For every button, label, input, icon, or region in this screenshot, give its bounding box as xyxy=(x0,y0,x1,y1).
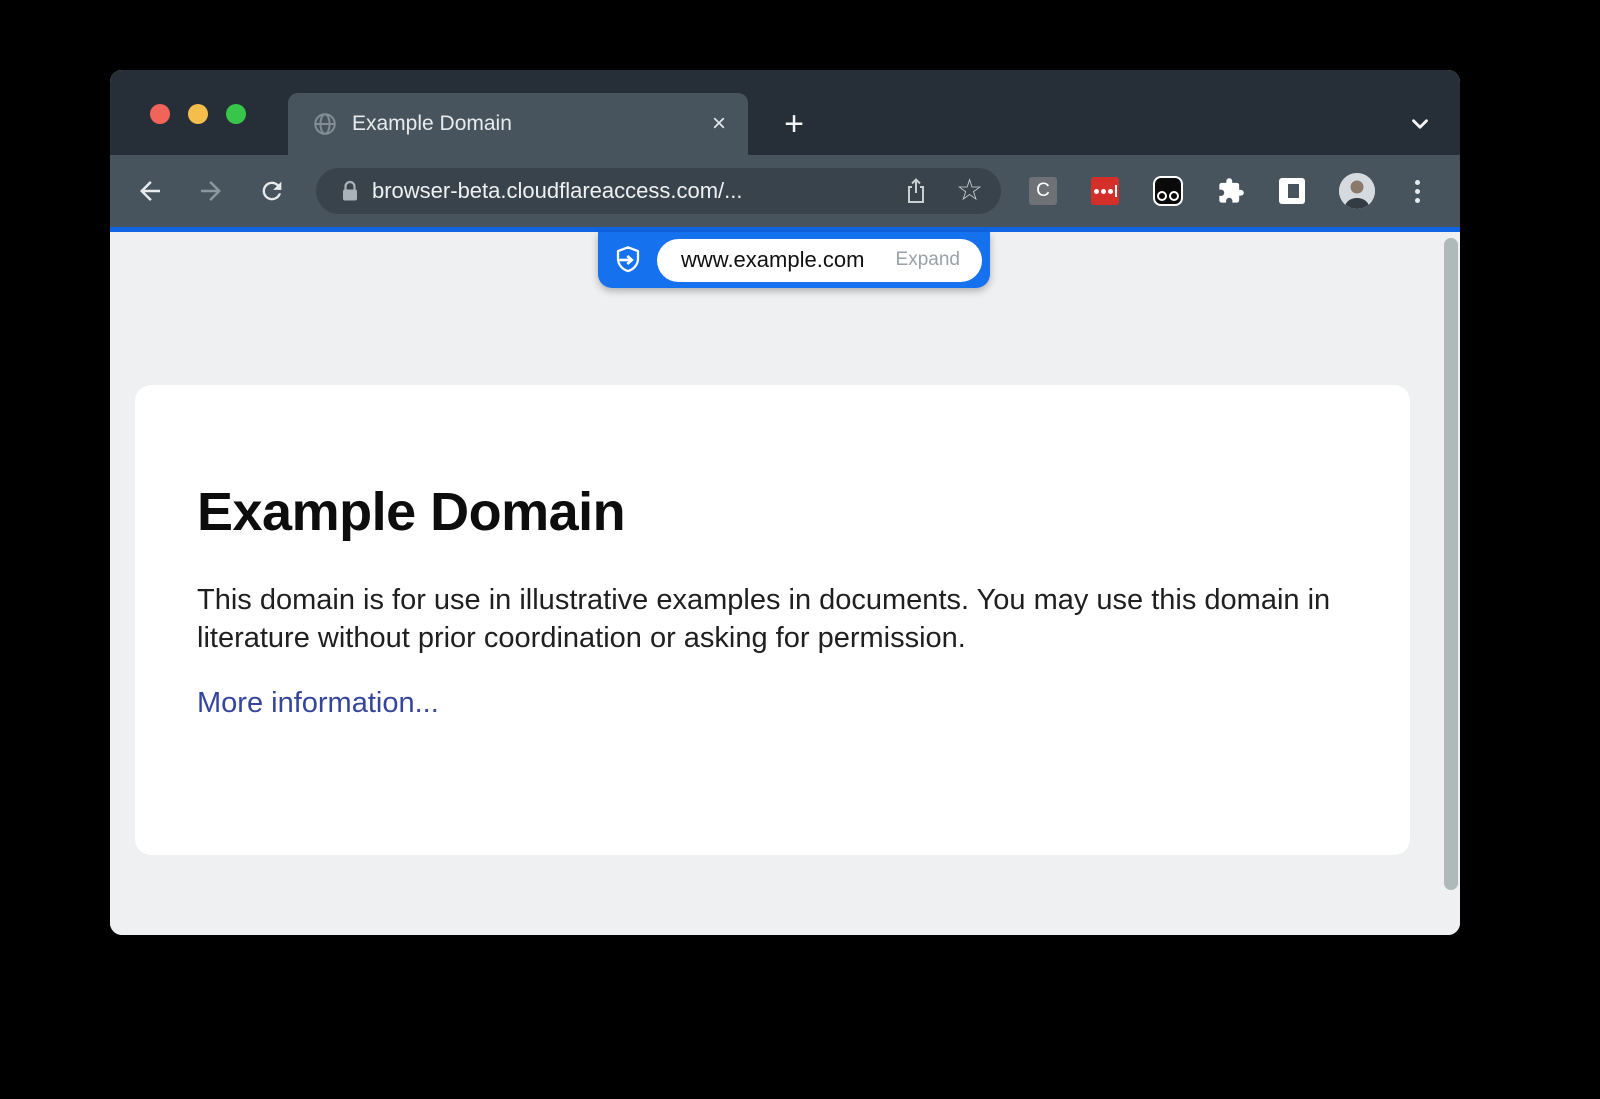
window-controls xyxy=(150,104,246,124)
goggles-extension-icon[interactable] xyxy=(1153,176,1183,206)
more-information-link[interactable]: More information... xyxy=(197,687,439,720)
browser-toolbar: browser-beta.cloudflareaccess.com/... ☆ … xyxy=(110,155,1460,227)
isolation-domain-field[interactable]: www.example.com Expand xyxy=(657,239,982,282)
scrollbar-thumb[interactable] xyxy=(1444,238,1458,890)
close-window-button[interactable] xyxy=(150,104,170,124)
forward-button[interactable] xyxy=(189,169,233,213)
url-text[interactable]: browser-beta.cloudflareaccess.com/... xyxy=(372,178,904,204)
globe-favicon-icon xyxy=(312,111,338,137)
tab-strip: Example Domain × + xyxy=(110,70,1460,155)
lastpass-extension-icon[interactable] xyxy=(1091,177,1119,205)
tab-close-icon[interactable]: × xyxy=(712,112,726,136)
lock-icon xyxy=(340,179,360,203)
vertical-scrollbar[interactable] xyxy=(1443,232,1459,935)
zoom-window-button[interactable] xyxy=(226,104,246,124)
browser-menu-icon[interactable] xyxy=(1415,180,1420,203)
c-extension-icon[interactable]: C xyxy=(1029,177,1057,205)
side-panel-icon[interactable] xyxy=(1279,178,1305,204)
expand-button[interactable]: Expand xyxy=(896,249,960,271)
extensions-row: C xyxy=(1029,173,1428,209)
share-icon[interactable] xyxy=(904,177,928,205)
extensions-puzzle-icon[interactable] xyxy=(1217,177,1245,205)
tab-title: Example Domain xyxy=(352,112,712,136)
tab-example-domain[interactable]: Example Domain × xyxy=(288,93,748,155)
isolation-domain-pill[interactable]: www.example.com Expand xyxy=(598,232,990,288)
profile-avatar[interactable] xyxy=(1339,173,1375,209)
browser-window: Example Domain × + xyxy=(110,70,1460,935)
isolated-domain-text: www.example.com xyxy=(681,247,896,273)
shield-arrow-icon xyxy=(612,244,644,276)
page-title: Example Domain xyxy=(197,481,1348,543)
page-viewport: www.example.com Expand Example Domain Th… xyxy=(110,232,1460,935)
page-paragraph: This domain is for use in illustrative e… xyxy=(197,581,1347,657)
content-card: Example Domain This domain is for use in… xyxy=(135,385,1410,855)
reload-button[interactable] xyxy=(250,169,294,213)
tab-search-chevron-icon[interactable] xyxy=(1404,108,1436,140)
minimize-window-button[interactable] xyxy=(188,104,208,124)
bookmark-star-icon[interactable]: ☆ xyxy=(956,176,983,206)
new-tab-button[interactable]: + xyxy=(774,104,814,144)
back-button[interactable] xyxy=(128,169,172,213)
url-bar[interactable]: browser-beta.cloudflareaccess.com/... ☆ xyxy=(316,168,1001,214)
